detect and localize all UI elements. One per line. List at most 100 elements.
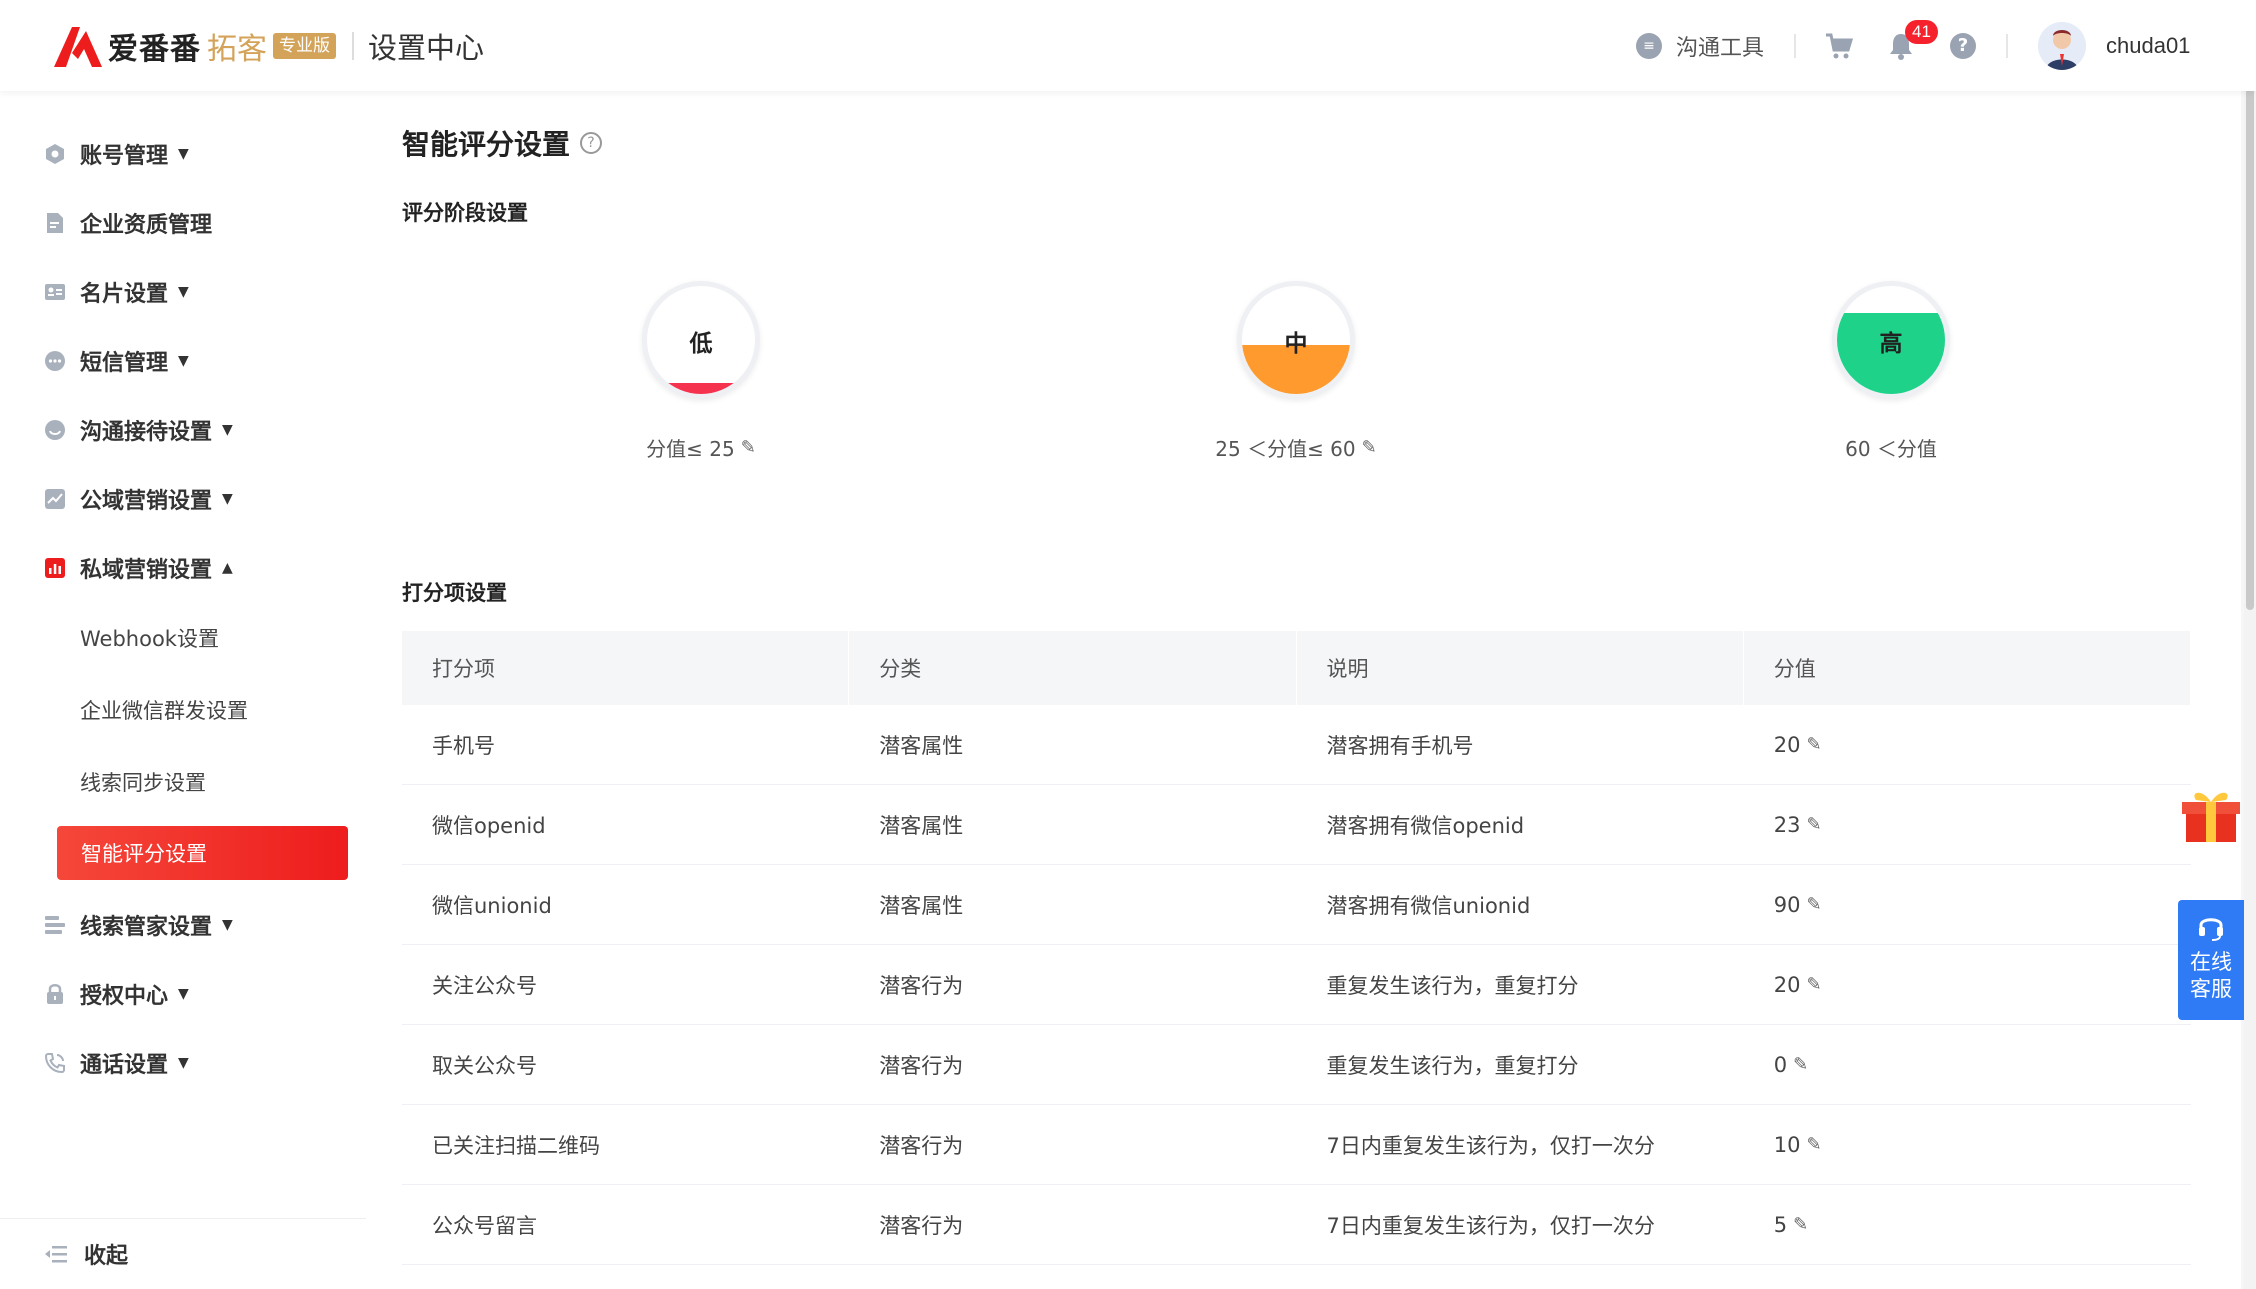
edit-pencil-icon[interactable]: ✎ [1793,1054,1808,1075]
online-service-button[interactable]: 在线 客服 [2178,900,2244,1020]
edit-pencil-icon[interactable]: ✎ [741,437,756,458]
logo-divider [352,32,354,60]
score-stage-medium: 中 25 ＜分值≤ 60 ✎ [1146,281,1446,462]
stage-range-text: 分值≤ 25 [646,437,735,461]
edit-pencil-icon[interactable]: ✎ [1806,974,1821,995]
table-cell-desc: 重复发生该行为，重复打分 [1326,1053,1579,1078]
caret-down-icon: ▼ [178,146,189,162]
sidebar-item-call[interactable]: 通话设置 ▼ [44,1043,189,1083]
sidebar-subitem-label: 智能评分设置 [81,842,207,866]
header-divider [2006,34,2008,58]
score-value: 23 [1773,812,1801,837]
sidebar-item-authorization[interactable]: 授权中心 ▼ [44,974,189,1014]
edit-pencil-icon[interactable]: ✎ [1793,1214,1808,1235]
caret-up-icon: ▲ [222,560,233,576]
caret-down-icon: ▼ [178,986,189,1002]
collapse-label: 收起 [84,1244,129,1269]
score-section-title: 打分项设置 [402,581,507,605]
caret-down-icon: ▼ [178,1055,189,1071]
service-label-line1: 在线 [2190,950,2232,974]
service-label-line2: 客服 [2190,977,2232,1001]
edit-pencil-icon[interactable]: ✎ [1806,734,1821,755]
sidebar-item-label: 线索管家设置 [80,915,213,940]
column-header: 打分项 [402,631,850,705]
scrollbar-thumb[interactable] [2246,10,2254,610]
cart-icon [1826,33,1854,58]
communication-tool-label: 沟通工具 [1676,35,1765,61]
table-cell-desc: 7日内重复发生该行为，仅打一次分 [1326,1133,1655,1158]
communication-tool-button[interactable]: ≡ 沟通工具 [1636,0,1764,91]
gift-button[interactable] [2178,778,2244,844]
table-body: 手机号 潜客属性 潜客拥有手机号 20 ✎ 微信openid 潜客属性 潜客拥有微信openi… [402,705,2191,1265]
sidebar-item-private-marketing[interactable]: 私域营销设置 ▲ [44,548,233,588]
stage-section-title: 评分阶段设置 [402,201,528,225]
caret-down-icon: ▼ [178,353,189,369]
table-row: 微信openid 潜客属性 潜客拥有微信openid 23 ✎ [402,785,2191,865]
document-icon [44,212,66,234]
main-content: 智能评分设置 ? 评分阶段设置 低 分值≤ 25 ✎ 中 25 ＜分值≤ 60 … [366,91,2241,1289]
stage-range: 25 ＜分值≤ 60 ✎ [1146,433,1446,462]
sidebar-item-sms[interactable]: 短信管理 ▼ [44,341,189,381]
sidebar-item-label: 短信管理 [80,351,169,376]
score-value: 10 [1773,1132,1801,1157]
table-cell-category: 潜客行为 [879,1213,964,1238]
page-title: 智能评分设置 ? [402,123,603,163]
sidebar-subitem-smart-scoring[interactable]: 智能评分设置 [57,826,348,880]
brand-sub: 拓客 [207,32,267,67]
table-row: 公众号留言 潜客行为 7日内重复发生该行为，仅打一次分 5 ✎ [402,1185,2191,1265]
card-icon [44,281,66,303]
headset-icon [2199,918,2223,941]
table-cell-item: 已关注扫描二维码 [432,1133,600,1158]
edit-pencil-icon[interactable]: ✎ [1362,437,1377,458]
column-header: 分值 [1744,631,2191,705]
sidebar-collapse-button[interactable]: 收起 [0,1218,366,1289]
caret-down-icon: ▼ [222,491,233,507]
sidebar-subitem-wecom-broadcast[interactable]: 企业微信群发设置 [80,690,248,730]
table-cell-item: 公众号留言 [432,1213,537,1238]
stage-range: 60 ＜分值 [1741,433,2041,462]
table-cell-category: 潜客行为 [879,1053,964,1078]
sidebar-item-qualification[interactable]: 企业资质管理 [44,203,212,243]
table-row: 关注公众号 潜客行为 重复发生该行为，重复打分 20 ✎ [402,945,2191,1025]
table-cell-desc: 7日内重复发生该行为，仅打一次分 [1326,1213,1655,1238]
sidebar-item-label: 授权中心 [80,984,169,1009]
table-cell-desc: 重复发生该行为，重复打分 [1326,973,1579,998]
sidebar-item-card[interactable]: 名片设置 ▼ [44,272,189,312]
sidebar-subitem-label: 线索同步设置 [80,771,206,795]
notification-button[interactable] [1888,0,1914,91]
sidebar-item-label: 公域营销设置 [80,489,213,514]
help-button[interactable]: ? [1950,0,1976,91]
stage-indicator: 中 [1237,281,1355,399]
edition-badge: 专业版 [273,33,336,59]
stage-label: 低 [689,331,713,357]
table-cell-category: 潜客属性 [879,813,964,838]
scoring-table: 打分项 分类 说明 分值 手机号 潜客属性 潜客拥有手机号 20 ✎ 微信openid 潜客… [402,631,2191,1265]
table-cell-score: 10 ✎ [1744,1105,2191,1184]
sidebar-subitem-lead-sync[interactable]: 线索同步设置 [80,762,206,802]
table-cell-desc: 潜客拥有微信openid [1326,813,1525,838]
stage-indicator: 高 [1832,281,1950,399]
sidebar-subitem-webhook[interactable]: Webhook设置 [80,618,219,658]
edit-pencil-icon[interactable]: ✎ [1806,814,1821,835]
stage-label: 中 [1284,331,1308,357]
lock-icon [44,983,66,1005]
sidebar-item-account[interactable]: 账号管理 ▼ [44,134,189,174]
edit-pencil-icon[interactable]: ✎ [1806,894,1821,915]
list-icon [44,914,66,936]
table-cell-item: 关注公众号 [432,973,537,998]
edit-pencil-icon[interactable]: ✎ [1806,1134,1821,1155]
table-header: 打分项 分类 说明 分值 [402,631,2191,705]
sidebar-item-lead-manager[interactable]: 线索管家设置 ▼ [44,905,233,945]
score-value: 90 [1773,892,1801,917]
brand-logo[interactable]: 爱番番 拓客 专业版 设置中心 [52,22,484,70]
table-row: 已关注扫描二维码 潜客行为 7日内重复发生该行为，仅打一次分 10 ✎ [402,1105,2191,1185]
stage-range-text: 25 ＜分值≤ 60 [1215,437,1356,461]
sidebar-item-public-marketing[interactable]: 公域营销设置 ▼ [44,479,233,519]
score-stage-high: 高 60 ＜分值 [1741,281,2041,462]
user-menu[interactable]: chuda01 [2038,0,2190,91]
page-title-text: 智能评分设置 [402,128,571,161]
help-question-icon[interactable]: ? [580,132,603,154]
cart-button[interactable] [1824,0,1854,91]
table-cell-category: 潜客行为 [879,1133,964,1158]
sidebar-item-reception[interactable]: 沟通接待设置 ▼ [44,410,233,450]
